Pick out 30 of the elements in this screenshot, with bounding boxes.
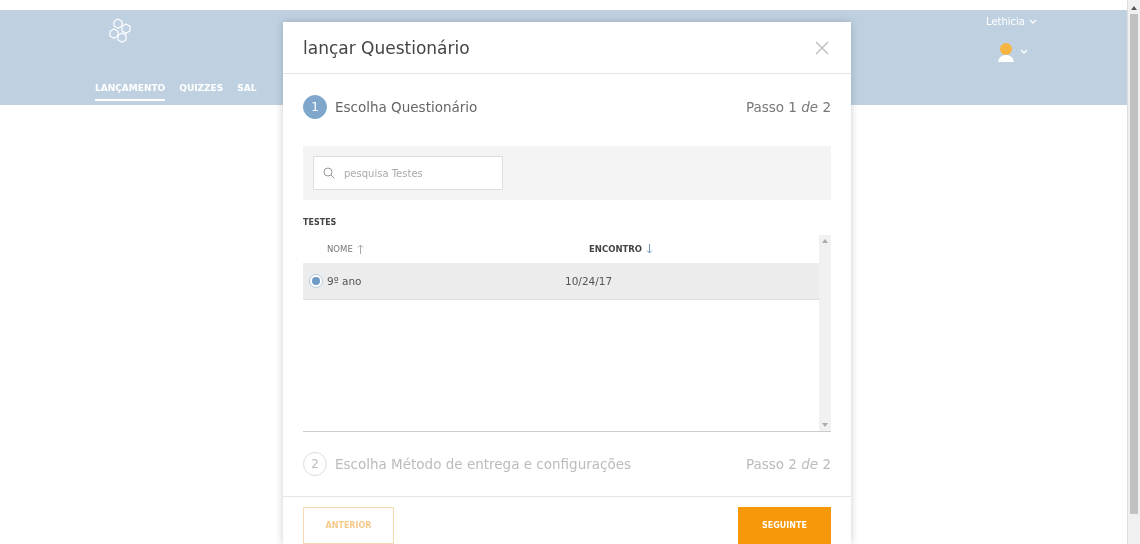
next-button[interactable]: SEGUINTE [738, 507, 831, 544]
hexagon-logo-icon [109, 18, 133, 46]
step-counter: Passo 2 de 2 [745, 456, 831, 472]
step-number: 1 [303, 95, 327, 119]
nav-tab[interactable]: QUIZZES [179, 80, 224, 101]
search-icon [323, 167, 335, 179]
nav-tab[interactable]: LANÇAMENTO [95, 80, 166, 101]
close-button[interactable] [815, 40, 829, 55]
search-field[interactable]: pesquisa Testes [313, 156, 503, 190]
table-cell-text: 10/24/17 [565, 275, 614, 287]
chevron-down-icon[interactable] [1029, 18, 1037, 25]
avatar-icon[interactable] [995, 41, 1016, 63]
column-header[interactable]: ENCONTRO [589, 244, 819, 254]
column-header[interactable]: NOME [327, 244, 589, 254]
scroll-up-icon[interactable] [1131, 6, 1137, 10]
chevron-down-icon[interactable] [1019, 49, 1028, 55]
table-cell-text: 9º ano [327, 275, 363, 287]
step-title: Escolha Questionário [335, 99, 478, 115]
scroll-down-icon[interactable] [822, 423, 828, 427]
step-number: 2 [303, 452, 327, 476]
nav-tab[interactable]: SAL [237, 80, 257, 101]
section-label: TESTES [303, 218, 338, 227]
table-row[interactable]: 9º ano 10/24/17 [303, 263, 819, 300]
page-scrollbar[interactable] [1127, 0, 1140, 544]
radio-button[interactable] [309, 274, 323, 288]
step-counter: Passo 1 de 2 [745, 99, 831, 115]
table-scrollbar[interactable] [819, 235, 831, 431]
user-name[interactable]: Lethicia [986, 16, 1025, 27]
step-title: Escolha Método de entrega e configurações [335, 456, 632, 472]
dialog-title: lançar Questionário [303, 37, 470, 58]
